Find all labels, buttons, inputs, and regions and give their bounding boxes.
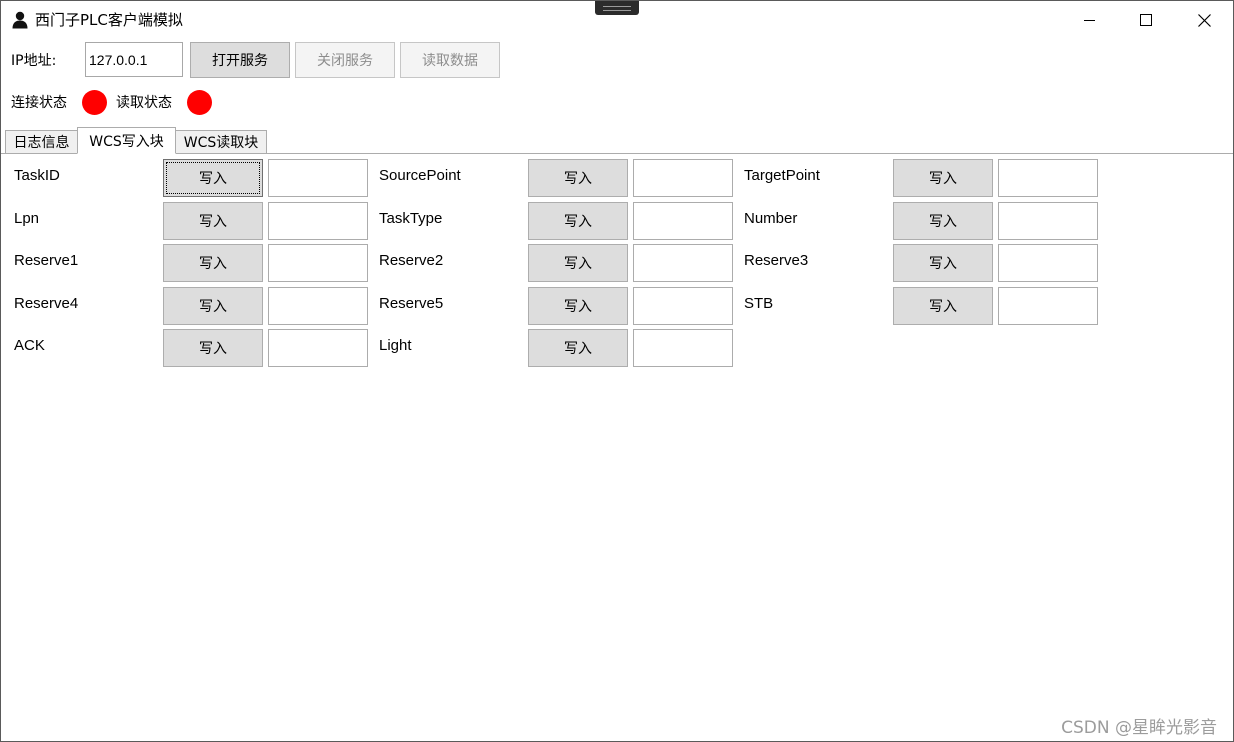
- tab-divider: [1, 153, 1233, 154]
- read-status-label: 读取状态: [116, 95, 172, 111]
- field-label-lpn: Lpn: [14, 210, 40, 227]
- drag-handle[interactable]: [595, 1, 639, 15]
- user-icon: [12, 11, 28, 29]
- field-label-light: Light: [379, 337, 412, 354]
- app-window: 西门子PLC客户端模拟 IP地址: 打开服务 关闭服务 读取数据 连接状态 读取…: [0, 0, 1234, 742]
- read-data-button[interactable]: 读取数据: [400, 42, 500, 78]
- value-input-light[interactable]: [633, 329, 733, 367]
- value-input-reserve1[interactable]: [268, 244, 368, 282]
- value-input-sourcepoint[interactable]: [633, 159, 733, 197]
- window-title: 西门子PLC客户端模拟: [35, 11, 183, 29]
- value-input-reserve3[interactable]: [998, 244, 1098, 282]
- field-label-reserve2: Reserve2: [379, 252, 444, 269]
- ip-input[interactable]: [85, 42, 183, 77]
- field-label-targetpoint: TargetPoint: [744, 167, 820, 184]
- value-input-reserve4[interactable]: [268, 287, 368, 325]
- value-input-ack[interactable]: [268, 329, 368, 367]
- maximize-icon: [1140, 14, 1152, 26]
- write-button-reserve1[interactable]: 写入: [163, 244, 263, 282]
- open-service-button[interactable]: 打开服务: [190, 42, 290, 78]
- write-button-number[interactable]: 写入: [893, 202, 993, 240]
- close-icon: [1197, 13, 1211, 27]
- field-label-reserve5: Reserve5: [379, 295, 444, 312]
- ip-label: IP地址:: [11, 53, 57, 69]
- connection-status-indicator: [82, 90, 107, 115]
- read-status-indicator: [187, 90, 212, 115]
- field-label-taskid: TaskID: [14, 167, 60, 184]
- write-button-sourcepoint[interactable]: 写入: [528, 159, 628, 197]
- write-button-reserve3[interactable]: 写入: [893, 244, 993, 282]
- close-service-button[interactable]: 关闭服务: [295, 42, 395, 78]
- write-button-stb[interactable]: 写入: [893, 287, 993, 325]
- minimize-button[interactable]: [1060, 1, 1118, 39]
- write-button-reserve5[interactable]: 写入: [528, 287, 628, 325]
- field-label-ack: ACK: [14, 337, 45, 354]
- write-button-reserve4[interactable]: 写入: [163, 287, 263, 325]
- field-label-reserve4: Reserve4: [14, 295, 79, 312]
- write-button-lpn[interactable]: 写入: [163, 202, 263, 240]
- value-input-taskid[interactable]: [268, 159, 368, 197]
- field-label-tasktype: TaskType: [379, 210, 443, 227]
- value-input-lpn[interactable]: [268, 202, 368, 240]
- write-button-light[interactable]: 写入: [528, 329, 628, 367]
- value-input-targetpoint[interactable]: [998, 159, 1098, 197]
- tab-log-info[interactable]: 日志信息: [5, 130, 78, 154]
- tab-wcs-read[interactable]: WCS读取块: [175, 130, 267, 154]
- connection-status-label: 连接状态: [11, 95, 67, 111]
- value-input-reserve2[interactable]: [633, 244, 733, 282]
- value-input-tasktype[interactable]: [633, 202, 733, 240]
- write-button-targetpoint[interactable]: 写入: [893, 159, 993, 197]
- title-bar[interactable]: 西门子PLC客户端模拟: [1, 1, 1233, 39]
- write-button-taskid[interactable]: 写入: [163, 159, 263, 197]
- field-label-sourcepoint: SourcePoint: [379, 167, 461, 184]
- minimize-icon: [1083, 19, 1095, 21]
- field-label-reserve3: Reserve3: [744, 252, 809, 269]
- maximize-button[interactable]: [1117, 1, 1175, 39]
- write-button-tasktype[interactable]: 写入: [528, 202, 628, 240]
- write-button-reserve2[interactable]: 写入: [528, 244, 628, 282]
- write-button-ack[interactable]: 写入: [163, 329, 263, 367]
- watermark: CSDN @星眸光影音: [1061, 718, 1217, 738]
- value-input-reserve5[interactable]: [633, 287, 733, 325]
- field-label-stb: STB: [744, 295, 774, 312]
- field-label-reserve1: Reserve1: [14, 252, 79, 269]
- field-label-number: Number: [744, 210, 798, 227]
- value-input-stb[interactable]: [998, 287, 1098, 325]
- close-button[interactable]: [1175, 1, 1233, 39]
- tab-wcs-write[interactable]: WCS写入块: [77, 127, 176, 154]
- value-input-number[interactable]: [998, 202, 1098, 240]
